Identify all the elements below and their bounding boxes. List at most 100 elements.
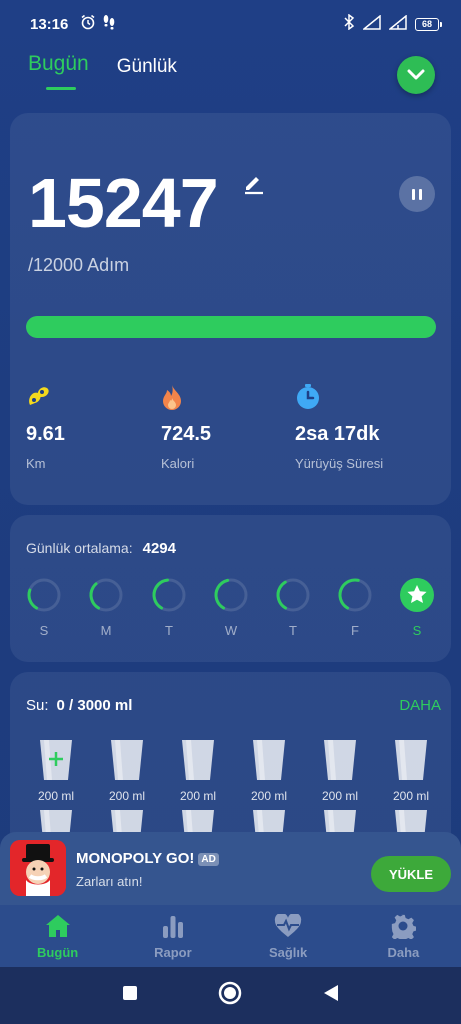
nav-daha-label: Daha (387, 945, 420, 960)
water-glass-icon (324, 740, 356, 780)
distance-label: Km (26, 456, 46, 471)
water-glass[interactable]: 200 ml (176, 738, 220, 803)
water-glass-icon (40, 740, 72, 780)
water-value: 0 / 3000 ml (56, 697, 133, 714)
chevron-down-icon (407, 69, 425, 80)
gear-icon (346, 913, 461, 939)
system-nav-bar (0, 967, 461, 1024)
day-ring-item[interactable]: F (337, 577, 373, 638)
status-bar: 13:16 68 (0, 0, 461, 48)
water-glass[interactable]: 200 ml (389, 738, 433, 803)
water-glass-icon (395, 740, 427, 780)
water-glass[interactable]: 200 ml (318, 738, 362, 803)
stopwatch-icon (295, 383, 383, 411)
duration-value: 2sa 17dk (295, 423, 380, 445)
stat-calories: 724.5 Kalori (161, 383, 211, 471)
stat-duration: 2sa 17dk Yürüyüş Süresi (295, 383, 383, 471)
water-header: Su: 0 / 3000 ml (26, 697, 132, 714)
home-button[interactable] (218, 981, 242, 1010)
day-label: T (289, 623, 297, 638)
water-glass-label: 200 ml (392, 789, 430, 803)
star-icon (400, 578, 434, 612)
day-ring-item[interactable]: T (275, 577, 311, 638)
calories-label: Kalori (161, 456, 195, 471)
daily-average-value: 4294 (142, 540, 176, 557)
water-glass-label: 200 ml (37, 789, 75, 803)
day-progress-ring (214, 578, 248, 612)
stat-distance: 9.61 Km (26, 383, 65, 471)
day-progress-ring (89, 578, 123, 612)
water-glass[interactable]: 200 ml (105, 738, 149, 803)
day-label: S (412, 623, 422, 638)
day-label: T (165, 623, 173, 638)
step-progress-fill (26, 316, 436, 338)
day-ring-item[interactable]: W (213, 577, 249, 638)
ad-subtitle: Zarları atın! (76, 874, 143, 889)
pause-button[interactable] (399, 176, 435, 212)
status-time: 13:16 (30, 15, 69, 33)
steps-card: 15247 /12000 Adım 9.61 Km 724.5 Kalori 2… (10, 113, 451, 505)
nav-daha[interactable]: Daha (346, 905, 461, 967)
daily-average-label: Günlük ortalama: (26, 540, 133, 556)
battery-level: 68 (421, 18, 432, 29)
nav-bugun[interactable]: Bugün (0, 905, 115, 967)
nav-bugun-label: Bugün (37, 945, 79, 960)
nav-saglik[interactable]: Sağlık (231, 905, 346, 967)
day-progress-ring (338, 578, 372, 612)
water-glass-label: 200 ml (108, 789, 146, 803)
day-ring-item[interactable]: M (88, 577, 124, 638)
nav-rapor-label: Rapor (154, 945, 192, 960)
ad-badge: AD (198, 852, 219, 866)
water-glass-icon (182, 740, 214, 780)
recents-button[interactable] (122, 985, 138, 1006)
day-progress-ring (276, 578, 310, 612)
ad-banner[interactable]: MONOPOLY GO! AD Zarları atın! YÜKLE (0, 832, 461, 910)
tab-bugun[interactable]: Bugün (28, 52, 89, 90)
day-label: S (39, 623, 49, 638)
day-ring-item[interactable]: S (26, 577, 62, 638)
duration-label: Yürüyüş Süresi (295, 456, 384, 471)
tab-gunluk[interactable]: Günlük (117, 52, 177, 90)
water-glass-icon (111, 740, 143, 780)
step-progress-bar (26, 316, 436, 338)
day-label: M (100, 623, 112, 638)
ad-title: MONOPOLY GO! AD (76, 850, 219, 867)
water-glass-label: 200 ml (321, 789, 359, 803)
nav-saglik-label: Sağlık (268, 945, 308, 960)
expand-button[interactable] (397, 56, 435, 94)
bottom-nav: Bugün Rapor Sağlık Daha (0, 905, 461, 967)
edit-icon[interactable] (242, 171, 266, 200)
flame-icon (161, 383, 211, 411)
day-label: F (351, 623, 359, 638)
steps-count: 15247 (28, 164, 219, 242)
nav-rapor[interactable]: Rapor (115, 905, 230, 967)
weekly-card[interactable]: Günlük ortalama: 4294 S M T W T F S (10, 515, 451, 662)
step-goal: /12000 Adım (28, 255, 130, 275)
top-tabs: Bugün Günlük (28, 52, 177, 90)
ad-logo (10, 840, 66, 896)
day-progress-ring (152, 578, 186, 612)
pause-icon (412, 188, 415, 200)
add-water-glass[interactable]: 200 ml (34, 738, 78, 803)
heart-pulse-icon (231, 913, 346, 939)
day-ring-item[interactable]: S (399, 577, 435, 638)
water-more-link[interactable]: DAHA (399, 697, 441, 714)
home-icon (0, 913, 115, 939)
footprint-icon (26, 383, 65, 411)
bar-chart-icon (115, 913, 230, 939)
water-glass-icon (253, 740, 285, 780)
water-glass[interactable]: 200 ml (247, 738, 291, 803)
back-button[interactable] (322, 984, 340, 1007)
battery-icon: 68 (415, 17, 442, 31)
alarm-icon (80, 14, 96, 34)
bluetooth-icon (343, 13, 355, 34)
footsteps-icon (102, 14, 116, 34)
ad-install-button[interactable]: YÜKLE (371, 856, 451, 892)
water-glass-label: 200 ml (179, 789, 217, 803)
distance-value: 9.61 (26, 423, 65, 445)
day-ring-item[interactable]: T (151, 577, 187, 638)
wifi-icon (387, 13, 407, 34)
day-progress-ring (27, 578, 61, 612)
day-label: W (224, 623, 238, 638)
signal-icon (361, 13, 381, 34)
